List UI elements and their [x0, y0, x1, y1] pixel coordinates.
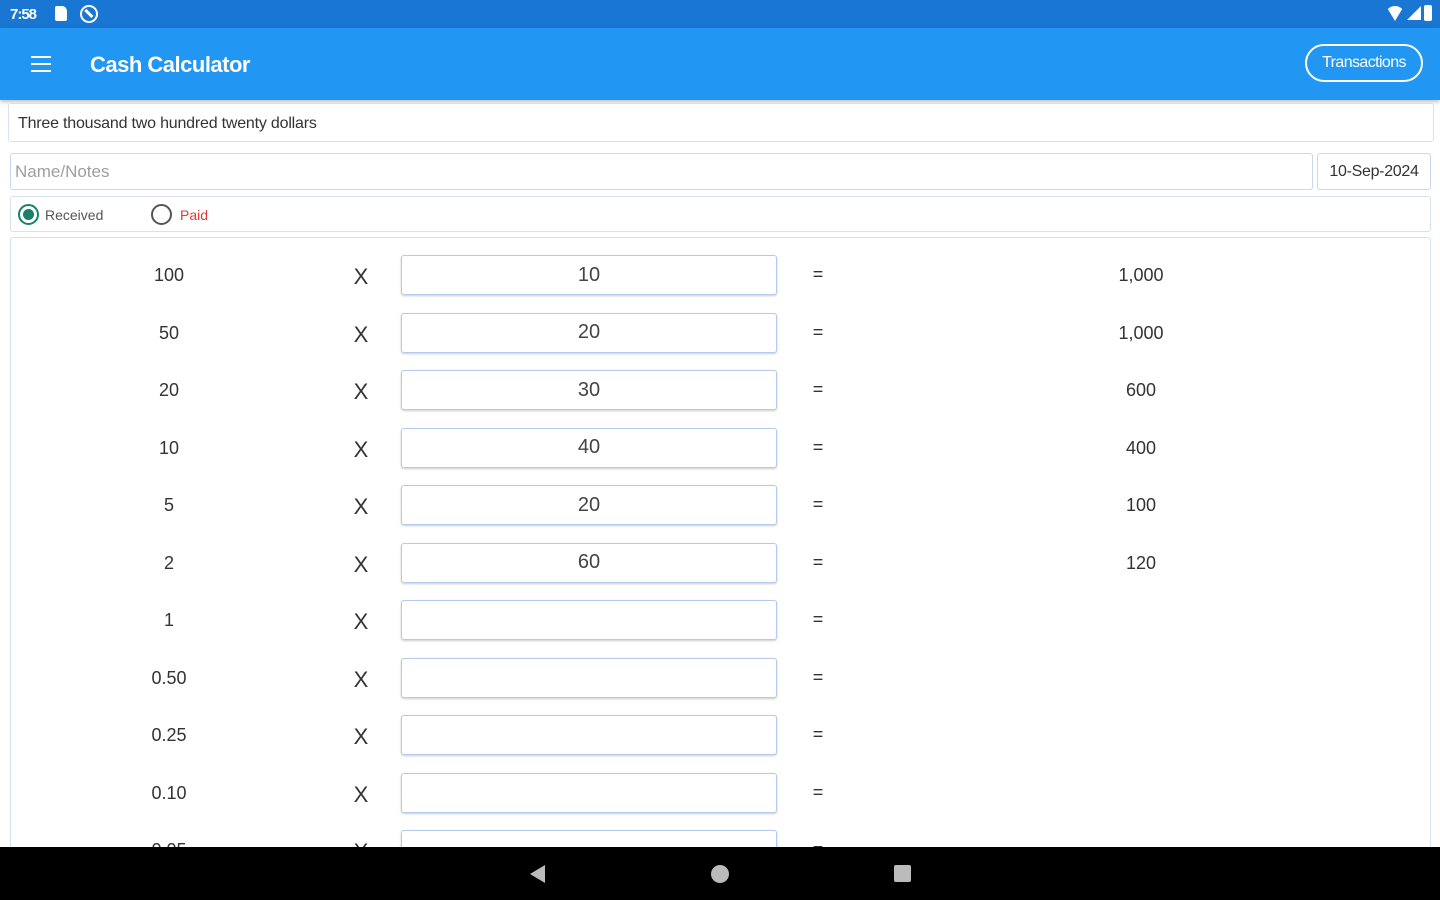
paid-label[interactable]: Paid — [180, 207, 208, 223]
equals-sign: = — [812, 264, 824, 284]
equals-sign: = — [812, 321, 824, 342]
denomination-row: 50 X = 1,000 — [11, 312, 1430, 353]
menu-icon[interactable] — [31, 56, 51, 72]
denomination-value: 0.10 — [151, 782, 187, 803]
denomination-value: 100 — [153, 265, 185, 285]
sd-card-icon — [55, 6, 67, 21]
received-radio[interactable] — [18, 204, 39, 225]
multiply-sign: X — [353, 321, 369, 347]
quantity-input[interactable] — [401, 772, 777, 813]
denomination-value: 2 — [163, 552, 174, 573]
denomination-list[interactable]: 100 X = 1,000 50 X = 1,000 20 X = 600 10 X = 400 5 X = 100 2… — [10, 237, 1431, 900]
quantity-input[interactable] — [401, 255, 777, 295]
multiply-sign: X — [353, 379, 369, 404]
denomination-row: 100 X = 1,000 — [11, 255, 1430, 295]
denomination-value: 0.50 — [151, 667, 187, 688]
quantity-input[interactable] — [401, 312, 777, 353]
quantity-input[interactable] — [401, 542, 777, 583]
denomination-row: 20 X = 600 — [11, 370, 1430, 410]
status-time: 7:58 — [10, 6, 37, 23]
quantity-input[interactable] — [401, 485, 777, 525]
paid-radio[interactable] — [151, 204, 172, 225]
app-title: Cash Calculator — [90, 52, 251, 77]
row-total: 400 — [1125, 437, 1157, 458]
row-total: 1,000 — [1118, 322, 1164, 343]
denomination-value: 0.25 — [151, 725, 187, 745]
multiply-sign: X — [353, 436, 369, 462]
multiply-sign: X — [353, 551, 369, 577]
equals-sign: = — [812, 666, 824, 687]
multiply-sign: X — [353, 724, 369, 749]
denomination-value: 10 — [158, 437, 180, 458]
multiply-sign: X — [353, 494, 369, 519]
cell-signal-icon — [1407, 6, 1421, 20]
denomination-value: 5 — [163, 495, 174, 515]
quantity-input[interactable] — [401, 715, 777, 755]
denomination-value: 1 — [163, 610, 174, 630]
multiply-sign: X — [353, 609, 369, 634]
row-total: 600 — [1125, 380, 1157, 400]
data-saver-icon — [80, 5, 98, 23]
multiply-sign: X — [353, 264, 369, 289]
quantity-input[interactable] — [401, 600, 777, 640]
app-bar: Cash Calculator Transactions — [0, 28, 1440, 100]
transactions-button[interactable]: Transactions — [1305, 44, 1423, 82]
equals-sign: = — [812, 724, 824, 744]
row-total: 1,000 — [1118, 265, 1164, 285]
quantity-input[interactable] — [401, 370, 777, 410]
battery-icon — [1424, 5, 1432, 21]
row-total: 120 — [1125, 552, 1157, 573]
quantity-input[interactable] — [401, 657, 777, 698]
status-indicators — [1386, 5, 1432, 21]
notes-input[interactable] — [10, 153, 1313, 190]
back-icon[interactable] — [530, 865, 545, 883]
received-label[interactable]: Received — [45, 207, 103, 223]
denomination-row: 0.10 X = — [11, 772, 1430, 813]
equals-sign: = — [812, 379, 824, 399]
quantity-input[interactable] — [401, 427, 777, 468]
denomination-row: 0.25 X = — [11, 715, 1430, 755]
equals-sign: = — [812, 494, 824, 514]
status-bar: 7:58 — [0, 0, 1440, 28]
multiply-sign: X — [353, 781, 369, 807]
denomination-value: 50 — [158, 322, 180, 343]
home-icon[interactable] — [711, 865, 729, 883]
multiply-sign: X — [353, 666, 369, 692]
date-picker[interactable]: 10-Sep-2024 — [1317, 153, 1431, 190]
row-total: 100 — [1125, 495, 1157, 515]
system-nav-bar — [0, 847, 1440, 900]
denomination-row: 2 X = 120 — [11, 542, 1430, 583]
recents-icon[interactable] — [894, 865, 911, 882]
equals-sign: = — [812, 609, 824, 629]
denomination-value: 20 — [158, 380, 180, 400]
denomination-row: 10 X = 400 — [11, 427, 1430, 468]
amount-in-words: Three thousand two hundred twenty dollar… — [8, 103, 1434, 142]
equals-sign: = — [812, 551, 824, 572]
denomination-row: 0.50 X = — [11, 657, 1430, 698]
transaction-type-group: Received Paid — [10, 196, 1431, 232]
equals-sign: = — [812, 781, 824, 802]
equals-sign: = — [812, 436, 824, 457]
denomination-row: 5 X = 100 — [11, 485, 1430, 525]
wifi-icon — [1386, 5, 1404, 21]
denomination-row: 1 X = — [11, 600, 1430, 640]
